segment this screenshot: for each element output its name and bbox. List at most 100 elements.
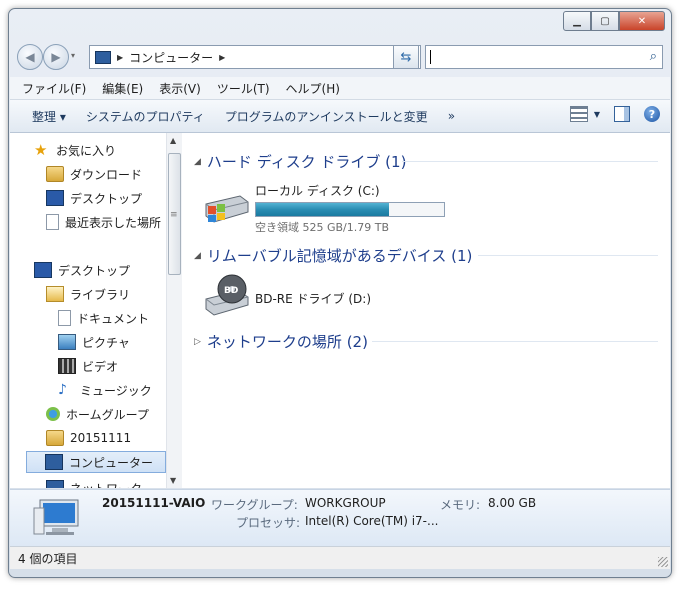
group-divider (478, 255, 658, 256)
sidebar-item-pictures[interactable]: ピクチャ (58, 331, 130, 353)
group-header-network[interactable]: ▷ ネットワークの場所 (2) (194, 331, 368, 352)
uninstall-program-button[interactable]: プログラムのアンインストールと変更 (225, 108, 428, 125)
refresh-button[interactable]: ⇆ (393, 45, 419, 69)
computer-icon (45, 454, 63, 470)
libraries-icon (46, 286, 64, 302)
sidebar-item-user-folder[interactable]: 20151111 (46, 427, 131, 449)
maximize-icon: ▢ (600, 15, 610, 27)
more-commands-button[interactable]: » (448, 109, 455, 123)
music-icon: ♪ (58, 382, 67, 398)
menu-tools[interactable]: ツール(T) (217, 80, 270, 97)
desktop-icon (34, 262, 52, 278)
sidebar-item-homegroup[interactable]: ホームグループ (46, 403, 149, 425)
sidebar-item-label: 20151111 (70, 431, 132, 445)
close-button[interactable]: ✕ (619, 11, 665, 31)
sidebar-item-music[interactable]: ♪ ミュージック (58, 379, 152, 401)
sidebar-item-label: ピクチャ (82, 335, 130, 350)
group-title: リムーバブル記憶域があるデバイス (1) (206, 247, 473, 265)
forward-button[interactable]: ▶ (43, 44, 69, 70)
navigation-bar: ◀ ▶ ▾ ▶ コンピューター ▶ ▼ ⇆ ⌕ (9, 43, 671, 71)
sidebar-item-label: デスクトップ (58, 263, 131, 278)
sidebar-item-label: ビデオ (82, 359, 119, 374)
breadcrumb-chevron-icon[interactable]: ▶ (219, 53, 225, 62)
sidebar-item-desktop[interactable]: デスクトップ (34, 259, 130, 281)
scroll-down-icon[interactable]: ▼ (170, 476, 176, 485)
help-icon[interactable]: ? (644, 106, 660, 122)
sidebar-item-label: ホームグループ (66, 407, 149, 422)
sidebar-item-downloads[interactable]: ダウンロード (46, 163, 142, 185)
sidebar-item-libraries[interactable]: ライブラリ (46, 283, 130, 305)
sidebar-item-desktop-fav[interactable]: デスクトップ (46, 187, 142, 209)
back-button[interactable]: ◀ (17, 44, 43, 70)
sidebar-item-label: お気に入り (56, 143, 117, 158)
sidebar-item-recent-places[interactable]: 最近表示した場所 (46, 211, 161, 233)
menu-file[interactable]: ファイル(F) (22, 80, 86, 97)
usage-bar-fill (256, 203, 390, 216)
recent-pages-dropdown[interactable]: ▾ (71, 51, 75, 60)
sidebar-item-label: 最近表示した場所 (65, 215, 162, 230)
sidebar-item-computer[interactable]: コンピューター (26, 451, 166, 473)
expand-arrow-icon[interactable]: ▷ (194, 337, 201, 347)
drive-c-free-space: 空き領域 525 GB/1.79 TB (255, 221, 390, 234)
downloads-folder-icon (46, 166, 64, 182)
documents-icon (58, 310, 71, 326)
maximize-button[interactable]: ▢ (591, 11, 619, 31)
system-properties-button[interactable]: システムのプロパティ (86, 108, 205, 125)
text-caret (430, 50, 431, 64)
group-title: ハード ディスク ドライブ (1) (206, 153, 407, 171)
desktop-icon (46, 190, 64, 206)
sidebar-item-label: コンピューター (69, 455, 154, 470)
resize-grip-icon[interactable] (658, 557, 668, 567)
item-count: 4 個の項目 (18, 551, 78, 566)
network-icon (46, 480, 64, 488)
organize-button[interactable]: 整理 ▾ (32, 108, 66, 125)
hard-drive-icon (205, 195, 249, 223)
sidebar-item-favorites[interactable]: ★ お気に入り (34, 139, 116, 161)
homegroup-icon (46, 407, 60, 421)
group-divider (372, 341, 658, 342)
minimize-icon: ▁ (573, 15, 581, 27)
sidebar-item-videos[interactable]: ビデオ (58, 355, 118, 377)
drive-c-label[interactable]: ローカル ディスク (C:) (255, 182, 380, 199)
scroll-up-icon[interactable]: ▲ (170, 136, 176, 145)
change-view-icon[interactable] (569, 106, 588, 122)
menu-view[interactable]: 表示(V) (159, 80, 201, 97)
sidebar-item-label: ライブラリ (70, 287, 131, 302)
group-title: ネットワークの場所 (2) (206, 333, 368, 351)
preview-pane-icon[interactable] (614, 106, 630, 122)
status-bar: 4 個の項目 (10, 546, 670, 569)
sidebar-item-label: ミュージック (80, 383, 152, 398)
sidebar-item-label: ダウンロード (70, 167, 143, 182)
menu-help[interactable]: ヘルプ(H) (286, 80, 340, 97)
sidebar-item-label: ドキュメント (77, 311, 150, 326)
refresh-icon: ⇆ (400, 49, 412, 65)
workgroup-value: WORKGROUP (305, 496, 386, 510)
search-icon[interactable]: ⌕ (650, 49, 657, 64)
user-folder-icon (46, 430, 64, 446)
sidebar-item-documents[interactable]: ドキュメント (58, 307, 149, 329)
collapse-arrow-icon[interactable]: ◢ (194, 251, 201, 261)
menu-edit[interactable]: 編集(E) (102, 80, 143, 97)
details-pane: 20151111-VAIO ワークグループ: WORKGROUP メモリ: 8.… (10, 489, 670, 546)
computer-icon (95, 50, 111, 64)
breadcrumb-chevron-icon[interactable]: ▶ (117, 53, 123, 62)
group-header-removable[interactable]: ◢ リムーバブル記憶域があるデバイス (1) (194, 245, 472, 266)
content-pane: ◢ ハード ディスク ドライブ (1) ローカル ディスク (C:) 空き領域 … (182, 133, 670, 488)
sidebar-item-network[interactable]: ネットワーク (46, 477, 142, 488)
minimize-button[interactable]: ▁ (563, 11, 591, 31)
recent-places-icon (46, 214, 59, 230)
explorer-window: ▁ ▢ ✕ ◀ ▶ ▾ ▶ コンピューター ▶ ▼ ⇆ ⌕ ファイル(F) 編集… (8, 8, 672, 578)
drive-d-label[interactable]: BD-RE ドライブ (D:) (255, 290, 371, 307)
window-controls: ▁ ▢ ✕ (563, 11, 665, 31)
address-bar[interactable]: ▶ コンピューター ▶ ▼ (89, 45, 421, 69)
group-header-hdd[interactable]: ◢ ハード ディスク ドライブ (1) (194, 151, 406, 172)
collapse-arrow-icon[interactable]: ◢ (194, 157, 201, 167)
drive-c-usage-bar (255, 202, 445, 217)
scroll-grip-icon: ≡ (170, 210, 178, 220)
navigation-pane-scrollbar[interactable]: ▲ ≡ ▼ (166, 133, 182, 488)
group-divider (402, 161, 658, 162)
sidebar-item-label: デスクトップ (70, 191, 143, 206)
view-dropdown-icon[interactable]: ▼ (594, 110, 600, 119)
search-input[interactable]: ⌕ (425, 45, 663, 69)
breadcrumb-computer[interactable]: コンピューター (129, 49, 213, 66)
